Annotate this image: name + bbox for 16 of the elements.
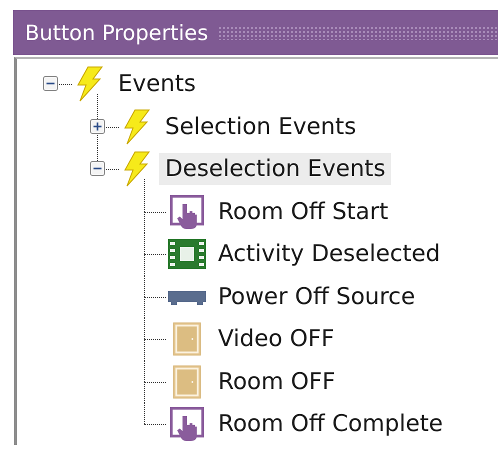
- tree-item[interactable]: Room Off Complete: [212, 408, 449, 440]
- tree-item[interactable]: Events: [112, 68, 202, 100]
- tree-item[interactable]: Room Off Start: [212, 196, 394, 228]
- tree-item[interactable]: Activity Deselected: [212, 238, 446, 270]
- touch-hand-icon: [168, 407, 206, 442]
- tree-item[interactable]: Power Off Source: [212, 280, 422, 313]
- touch-hand-icon: [168, 194, 206, 229]
- expand-icon[interactable]: [90, 118, 105, 134]
- collapse-icon[interactable]: [90, 161, 105, 176]
- tree-item[interactable]: Room OFF: [212, 366, 342, 398]
- collapse-icon[interactable]: [43, 76, 58, 92]
- tree-item[interactable]: Selection Events: [159, 110, 362, 143]
- film-strip-icon: [168, 237, 206, 272]
- panel-title: Button Properties: [25, 20, 208, 44]
- tree-item[interactable]: Video OFF: [212, 323, 340, 356]
- tree-item[interactable]: Deselection Events: [159, 153, 392, 186]
